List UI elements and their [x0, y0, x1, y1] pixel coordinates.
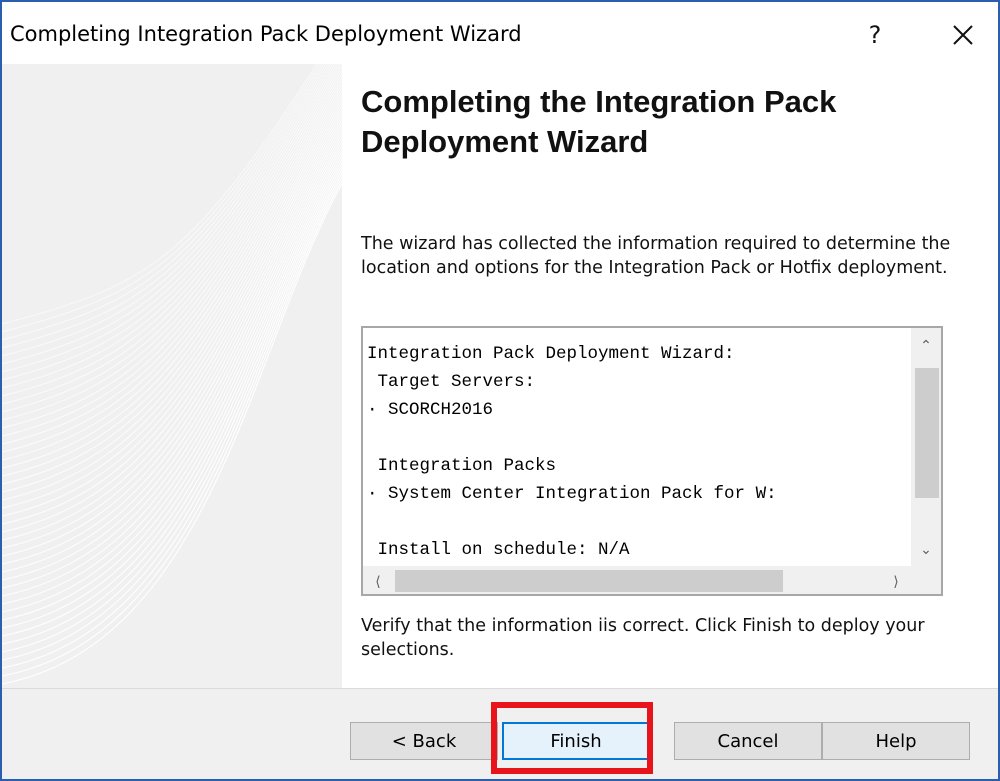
summary-text: Integration Pack Deployment Wizard: Targ… [367, 340, 907, 564]
vertical-scroll-thumb[interactable] [915, 368, 939, 498]
wizard-window: Completing Integration Pack Deployment W… [0, 0, 1000, 781]
scroll-left-icon[interactable]: ⟨ [363, 566, 393, 594]
scroll-down-icon[interactable]: ⌄ [911, 534, 941, 564]
wizard-side-graphic [2, 64, 342, 688]
close-icon [953, 25, 973, 45]
horizontal-scrollbar[interactable]: ⟨ ⟩ [363, 566, 911, 594]
finish-button[interactable]: Finish [502, 722, 650, 760]
summary-line: · System Center Integration Pack for W: [367, 484, 777, 504]
horizontal-scroll-thumb[interactable] [395, 570, 783, 592]
scroll-right-icon[interactable]: ⟩ [881, 566, 911, 594]
summary-line: Integration Packs [367, 456, 557, 476]
help-question-icon: ? [868, 21, 882, 49]
summary-line: · SCORCH2016 [367, 400, 494, 420]
summary-line: Install on schedule: N/A [367, 540, 630, 560]
back-button[interactable]: < Back [350, 722, 498, 760]
window-title: Completing Integration Pack Deployment W… [10, 22, 522, 46]
scroll-up-icon[interactable]: ⌃ [911, 330, 941, 360]
wizard-description: The wizard has collected the information… [361, 234, 951, 278]
verify-instruction: Verify that the information iis correct.… [361, 616, 925, 660]
cancel-button[interactable]: Cancel [674, 722, 822, 760]
vertical-scrollbar[interactable]: ⌃ ⌄ [911, 328, 941, 566]
page-heading: Completing the Integration Pack Deployme… [361, 84, 837, 159]
summary-line [367, 424, 907, 452]
close-button[interactable] [938, 12, 988, 58]
decorative-wave-graphic [2, 64, 342, 685]
help-title-button[interactable]: ? [850, 12, 900, 58]
summary-line [367, 508, 907, 536]
button-bar: < Back Finish Cancel Help [2, 688, 998, 779]
scrollbar-corner [911, 566, 941, 594]
help-button[interactable]: Help [822, 722, 970, 760]
deployment-summary-box[interactable]: Integration Pack Deployment Wizard: Targ… [361, 326, 943, 596]
title-bar: Completing Integration Pack Deployment W… [2, 2, 998, 64]
summary-line: Target Servers: [367, 372, 536, 392]
summary-line: Integration Pack Deployment Wizard: [367, 344, 735, 364]
